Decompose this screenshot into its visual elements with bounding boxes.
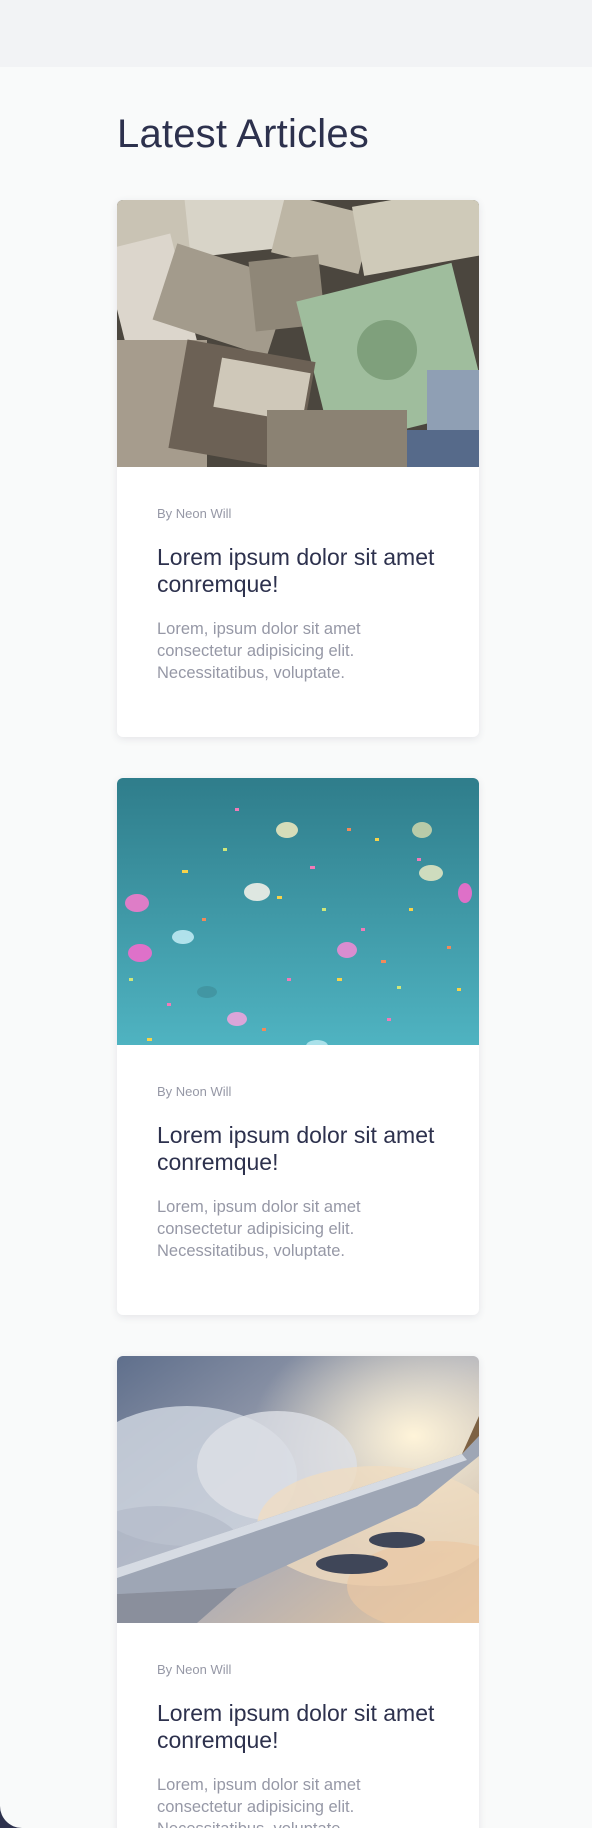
article-title[interactable]: Lorem ipsum dolor sit amet conremque! — [157, 1122, 447, 1176]
article-card[interactable]: By Neon Will Lorem ipsum dolor sit amet … — [117, 200, 479, 737]
airplane-wing-image — [117, 1356, 479, 1623]
header-bar — [0, 0, 592, 67]
page: Latest Articles By Neon Will Lorem ipsum… — [0, 0, 592, 1828]
article-image-confetti[interactable] — [117, 778, 479, 1045]
banknotes-image — [117, 200, 479, 467]
article-author: By Neon Will — [157, 506, 232, 521]
confetti-image — [117, 778, 479, 1045]
section-title: Latest Articles — [117, 112, 370, 156]
article-image-airplane[interactable] — [117, 1356, 479, 1623]
article-author: By Neon Will — [157, 1084, 232, 1099]
article-card[interactable]: By Neon Will Lorem ipsum dolor sit amet … — [117, 1356, 479, 1828]
article-excerpt: Lorem, ipsum dolor sit amet consectetur … — [157, 620, 361, 682]
article-image-banknotes[interactable] — [117, 200, 479, 467]
article-author: By Neon Will — [157, 1662, 232, 1677]
article-excerpt: Lorem, ipsum dolor sit amet consectetur … — [157, 1198, 361, 1260]
article-card[interactable]: By Neon Will Lorem ipsum dolor sit amet … — [117, 778, 479, 1315]
article-title[interactable]: Lorem ipsum dolor sit amet conremque! — [157, 1700, 447, 1754]
article-excerpt: Lorem, ipsum dolor sit amet consectetur … — [157, 1776, 361, 1828]
article-title[interactable]: Lorem ipsum dolor sit amet conremque! — [157, 544, 447, 598]
